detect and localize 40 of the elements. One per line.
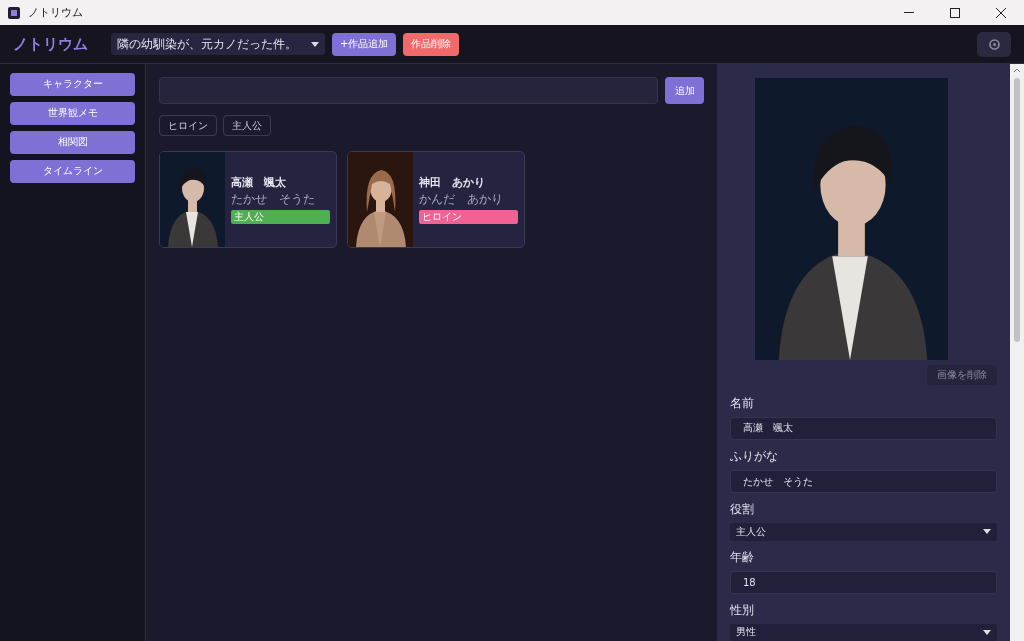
- role-label: 主人公: [231, 210, 330, 224]
- character-name: 高瀬 颯太: [231, 175, 287, 190]
- input-field[interactable]: たかせ そうた: [730, 470, 997, 494]
- caret-icon: [311, 41, 319, 47]
- input-field[interactable]: 高瀬 颯太: [730, 416, 997, 441]
- character-furigana: かんだ あかり: [419, 191, 504, 208]
- field-label: 役割: [730, 501, 755, 519]
- scrollbar[interactable]: [1010, 64, 1024, 641]
- tag-input-field[interactable]: [159, 77, 658, 104]
- close-icon[interactable]: [996, 7, 1006, 18]
- work-select[interactable]: 隣の幼馴染が、元カノだった件。: [111, 33, 325, 55]
- delete-image-button[interactable]: 画像を削除: [927, 365, 997, 385]
- add-work-button[interactable]: +作品追加: [332, 32, 397, 56]
- app-icon: [8, 6, 20, 19]
- sidebar-item[interactable]: タイムライン: [10, 160, 135, 183]
- app-logo: ノトリウム: [13, 34, 88, 54]
- settings-icon: [988, 38, 1000, 50]
- caret-icon: [983, 629, 991, 635]
- role-label: ヒロイン: [419, 210, 518, 224]
- caret-icon: [983, 529, 991, 535]
- sidebar-item[interactable]: 世界観メモ: [10, 102, 135, 125]
- character-name: 神田 あかり: [419, 175, 486, 190]
- character-card[interactable]: 神田 あかり かんだ あかり ヒロイン: [347, 151, 525, 248]
- field-label: 性別: [730, 601, 755, 619]
- add-button[interactable]: 追加: [665, 77, 704, 104]
- select-field[interactable]: 男性: [730, 623, 997, 641]
- sidebar-item[interactable]: キャラクター: [10, 73, 135, 96]
- field-label: ふりがな: [730, 448, 779, 466]
- field-label: 年齢: [730, 548, 755, 566]
- select-field[interactable]: 主人公: [730, 523, 997, 541]
- character-card[interactable]: 高瀬 颯太 たかせ そうた 主人公: [159, 151, 337, 248]
- tag-filter[interactable]: ヒロイン: [159, 115, 217, 136]
- sidebar-item[interactable]: 相関図: [10, 131, 135, 154]
- character-furigana: たかせ そうた: [231, 191, 316, 208]
- field-label: 名前: [730, 394, 755, 412]
- maximize-icon[interactable]: [950, 7, 960, 18]
- settings-button[interactable]: [977, 31, 1011, 57]
- tag-filter[interactable]: 主人公: [223, 115, 271, 136]
- input-field[interactable]: 18: [730, 570, 997, 594]
- window-title: ノトリウム: [28, 5, 83, 20]
